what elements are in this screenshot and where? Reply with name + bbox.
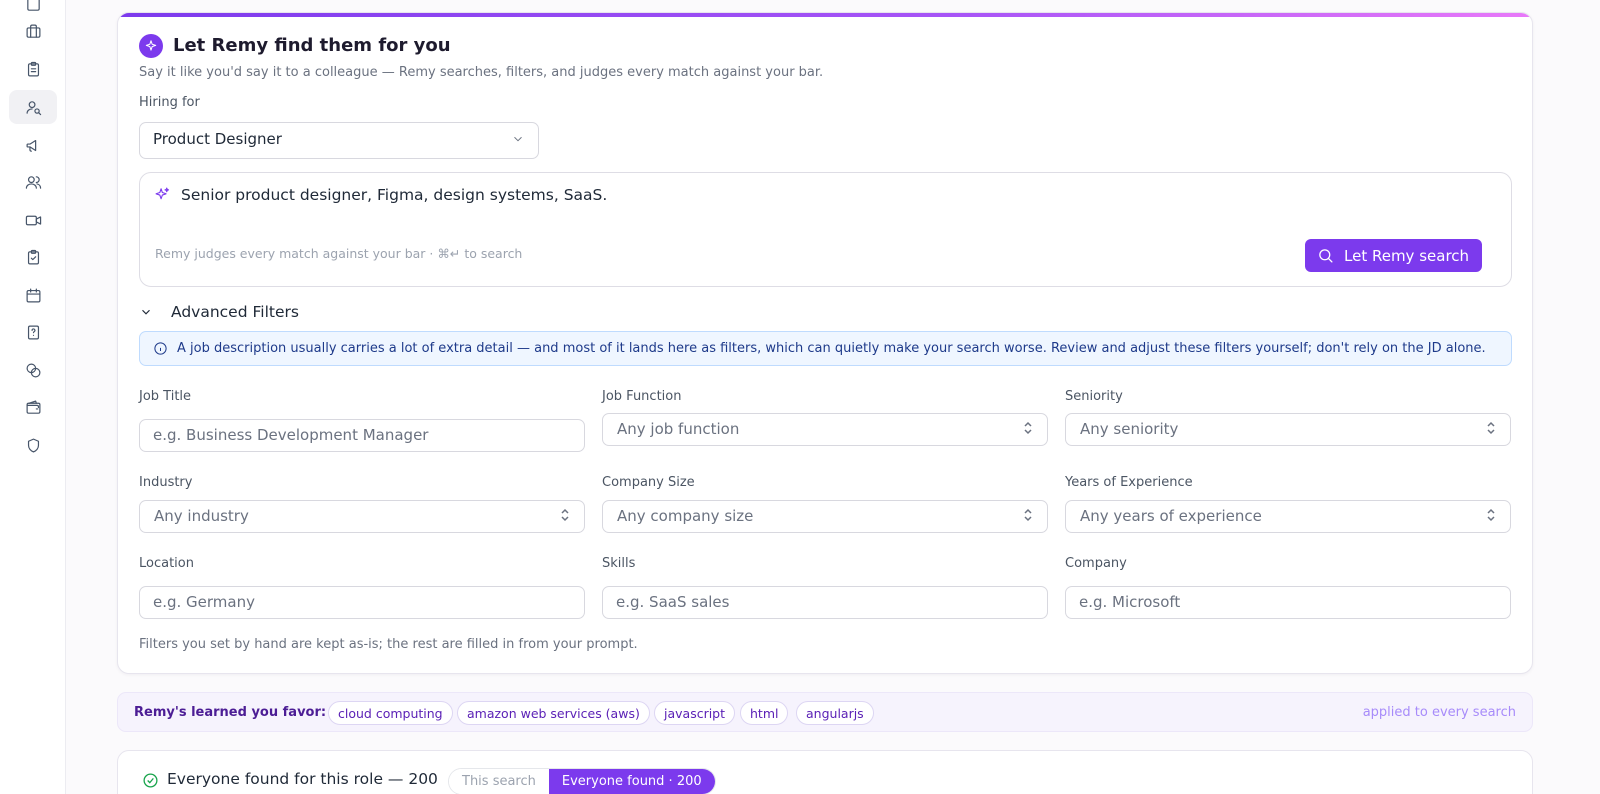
location-placeholder: e.g. Germany [153, 593, 255, 611]
results-card: Everyone found for this role — 200 This … [117, 750, 1533, 794]
location-label: Location [139, 556, 194, 571]
sidebar-item-sourcing[interactable] [9, 90, 57, 124]
card-subtitle: Say it like you'd say it to a colleague … [139, 65, 824, 80]
help-document-icon [27, 325, 39, 339]
video-icon [25, 215, 41, 225]
company-size-select[interactable]: Any company size [602, 500, 1048, 533]
info-icon [154, 342, 167, 355]
info-banner: A job description usually carries a lot … [139, 331, 1512, 366]
accent-bar [118, 13, 1532, 17]
company-size-label: Company Size [602, 475, 695, 490]
sidebar-item-jobs[interactable] [9, 14, 57, 48]
sidebar-item-candidates[interactable] [9, 165, 57, 199]
sidebar [0, 0, 66, 794]
advanced-filters-toggle[interactable]: Advanced Filters [139, 303, 299, 321]
job-title-placeholder: e.g. Business Development Manager [153, 426, 429, 444]
job-title-label: Job Title [139, 389, 192, 404]
sidebar-item-interviews[interactable] [9, 203, 57, 237]
company-placeholder: e.g. Microsoft [1079, 593, 1181, 611]
prompt-textarea[interactable]: Senior product designer, Figma, design s… [139, 172, 1512, 287]
job-function-select[interactable]: Any job function [602, 413, 1048, 446]
sidebar-item-questions[interactable] [9, 315, 57, 349]
seniority-select[interactable]: Any seniority [1065, 413, 1511, 446]
industry-placeholder: Any industry [154, 507, 249, 525]
search-button-label: Let Remy search [1344, 246, 1470, 265]
check-circle-icon [142, 772, 159, 793]
industry-select[interactable]: Any industry [139, 500, 585, 533]
sparkle-icon [154, 186, 171, 207]
prompt-hint: Remy judges every match against your bar… [155, 246, 523, 261]
chevron-up-down-icon [1485, 508, 1497, 526]
hiring-for-value: Product Designer [153, 130, 282, 148]
preference-chip[interactable]: html [740, 701, 789, 725]
preference-chip[interactable]: javascript [654, 701, 736, 725]
sidebar-item-calendar[interactable] [9, 278, 57, 312]
coins-icon [26, 363, 40, 377]
skills-input[interactable]: e.g. SaaS sales [602, 586, 1048, 619]
sidebar-item-security[interactable] [9, 428, 57, 462]
info-banner-text: A job description usually carries a lot … [177, 341, 1486, 356]
chevron-up-down-icon [1485, 421, 1497, 439]
seniority-placeholder: Any seniority [1080, 420, 1179, 438]
experience-placeholder: Any years of experience [1080, 507, 1262, 525]
sidebar-item-billing[interactable] [9, 353, 57, 387]
skills-label: Skills [602, 556, 636, 571]
preference-chip[interactable]: cloud computing [328, 701, 453, 725]
sidebar-item-campaigns[interactable] [9, 128, 57, 162]
results-scope-toggle: This search Everyone found · 200 [448, 768, 716, 794]
let-remy-search-button[interactable]: Let Remy search [1305, 239, 1482, 272]
user-search-icon [26, 100, 41, 115]
sidebar-item-assessments[interactable] [9, 240, 57, 274]
remy-search-card: Let Remy find them for you Say it like y… [117, 12, 1533, 674]
company-input[interactable]: e.g. Microsoft [1065, 586, 1511, 619]
wallet-icon [26, 400, 40, 414]
job-function-placeholder: Any job function [617, 420, 740, 438]
preference-chip[interactable]: amazon web services (aws) [457, 701, 650, 725]
sidebar-item-tasks[interactable] [9, 52, 57, 86]
job-title-input[interactable]: e.g. Business Development Manager [139, 419, 585, 452]
learned-label: Remy's learned you favor: [134, 705, 327, 720]
chevron-down-icon [511, 132, 525, 150]
experience-label: Years of Experience [1065, 475, 1193, 490]
megaphone-icon [26, 139, 36, 152]
job-function-label: Job Function [602, 389, 682, 404]
tab-this-search[interactable]: This search [449, 769, 549, 794]
experience-select[interactable]: Any years of experience [1065, 500, 1511, 533]
card-title: Let Remy find them for you [173, 35, 451, 56]
skills-placeholder: e.g. SaaS sales [616, 593, 730, 611]
clipboard-check-icon [27, 249, 39, 264]
company-label: Company [1065, 556, 1127, 571]
tab-everyone-found[interactable]: Everyone found · 200 [548, 769, 715, 794]
results-title: Everyone found for this role — 200 [167, 770, 438, 788]
search-icon [1319, 249, 1333, 263]
preference-chip[interactable]: angularjs [796, 701, 874, 725]
industry-label: Industry [139, 475, 193, 490]
seniority-label: Seniority [1065, 389, 1123, 404]
location-input[interactable]: e.g. Germany [139, 586, 585, 619]
clipboard-icon [27, 61, 39, 76]
remy-badge [139, 34, 163, 58]
hiring-for-label: Hiring for [139, 95, 200, 110]
calendar-icon [26, 288, 40, 302]
learned-preferences-bar: Remy's learned you favor: cloud computin… [117, 692, 1533, 732]
hiring-for-select[interactable]: Product Designer [139, 122, 539, 159]
advanced-filters-label: Advanced Filters [171, 303, 299, 321]
users-icon [25, 175, 41, 189]
chevron-up-down-icon [1022, 421, 1034, 439]
chevron-up-down-icon [559, 508, 571, 526]
grid-icon [26, 0, 40, 11]
sidebar-item-wallet[interactable] [9, 390, 57, 424]
shield-icon [27, 438, 39, 452]
prompt-text: Senior product designer, Figma, design s… [181, 186, 608, 204]
filters-footer-note: Filters you set by hand are kept as-is; … [139, 637, 638, 652]
chevron-up-down-icon [1022, 508, 1034, 526]
company-size-placeholder: Any company size [617, 507, 754, 525]
chevron-down-icon [142, 309, 150, 315]
learned-applied-note: applied to every search [1362, 705, 1516, 720]
briefcase-icon [26, 24, 40, 38]
sparkle-icon [145, 40, 157, 51]
